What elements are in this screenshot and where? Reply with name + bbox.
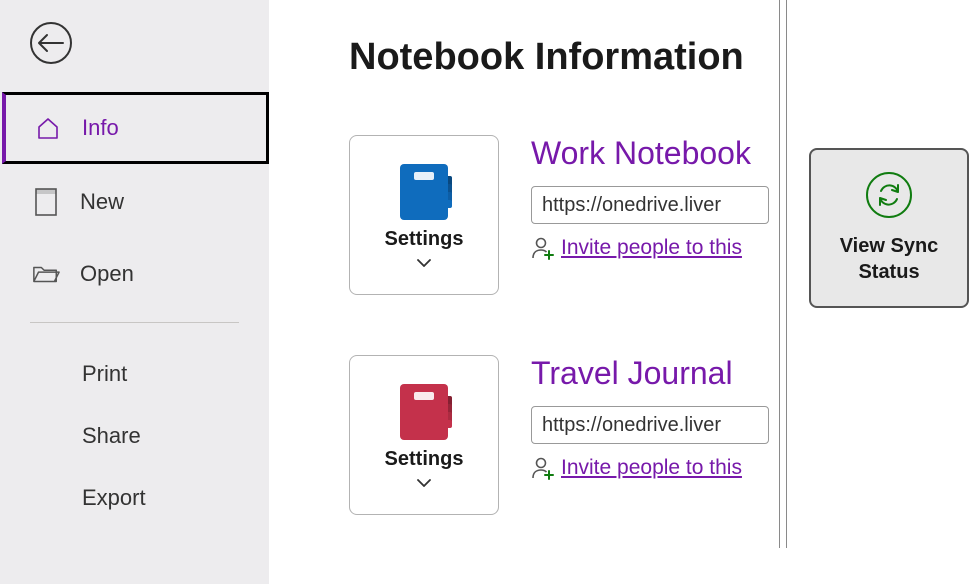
view-sync-status-button[interactable]: View Sync Status bbox=[809, 148, 969, 308]
notebook-icon bbox=[400, 164, 448, 220]
invite-person-icon bbox=[531, 236, 555, 260]
back-button[interactable] bbox=[30, 22, 72, 64]
sidebar-item-new[interactable]: New bbox=[0, 166, 269, 238]
notebook-entry: Settings Work Notebook Invite people to … bbox=[349, 135, 769, 295]
settings-label: Settings bbox=[385, 228, 464, 251]
sidebar-subitem-export[interactable]: Export bbox=[0, 467, 269, 529]
sidebar-item-open[interactable]: Open bbox=[0, 238, 269, 310]
sidebar-subitem-share[interactable]: Share bbox=[0, 405, 269, 467]
notebook-entry: Settings Travel Journal Invite people to… bbox=[349, 355, 769, 515]
notebook-name: Work Notebook bbox=[531, 135, 769, 172]
sidebar-item-label: Info bbox=[82, 115, 119, 141]
vertical-separator bbox=[779, 0, 787, 548]
settings-label: Settings bbox=[385, 448, 464, 471]
page-icon bbox=[32, 188, 60, 216]
notebook-url-field[interactable] bbox=[531, 406, 769, 444]
arrow-left-icon bbox=[37, 33, 65, 53]
invite-link[interactable]: Invite people to this bbox=[561, 456, 742, 480]
sidebar: Info New Open Print Share Export bbox=[0, 0, 269, 584]
invite-person-icon bbox=[531, 456, 555, 480]
notebook-list: Settings Work Notebook Invite people to … bbox=[349, 135, 769, 575]
chevron-down-icon bbox=[417, 479, 431, 487]
folder-open-icon bbox=[32, 260, 60, 288]
sidebar-item-label: Open bbox=[80, 261, 134, 287]
main-content: Notebook Information Settings Work Noteb… bbox=[269, 0, 978, 584]
sync-button-label: View Sync Status bbox=[811, 233, 967, 285]
chevron-down-icon bbox=[417, 259, 431, 267]
notebook-icon bbox=[400, 384, 448, 440]
notebook-settings-button[interactable]: Settings bbox=[349, 135, 499, 295]
page-title: Notebook Information bbox=[349, 36, 978, 79]
sidebar-divider bbox=[30, 322, 239, 323]
notebook-settings-button[interactable]: Settings bbox=[349, 355, 499, 515]
sync-icon bbox=[865, 171, 913, 219]
sidebar-item-label: New bbox=[80, 189, 124, 215]
sidebar-subitem-print[interactable]: Print bbox=[0, 343, 269, 405]
notebook-name: Travel Journal bbox=[531, 355, 769, 392]
sidebar-item-info[interactable]: Info bbox=[2, 92, 269, 164]
invite-link[interactable]: Invite people to this bbox=[561, 236, 742, 260]
notebook-url-field[interactable] bbox=[531, 186, 769, 224]
home-icon bbox=[34, 114, 62, 142]
